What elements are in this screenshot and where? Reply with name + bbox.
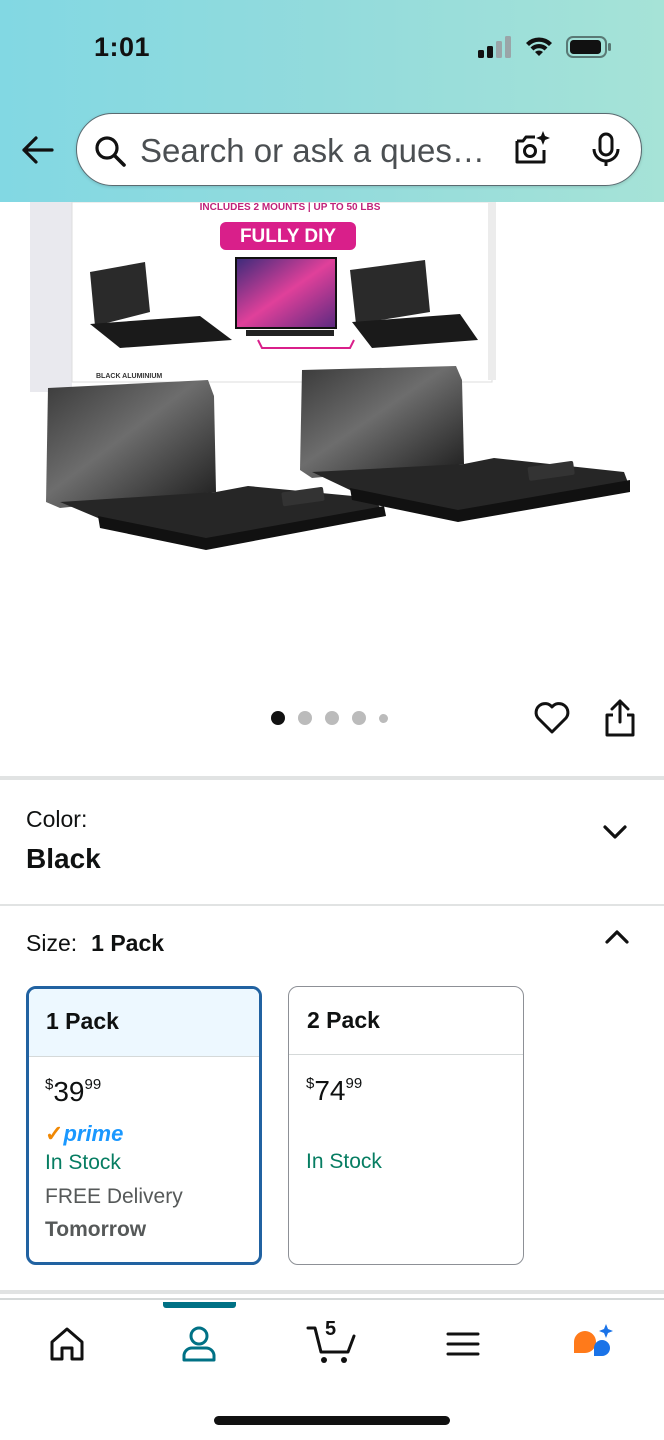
rufus-assistant-icon[interactable] [570,1322,614,1366]
box-label: BLACK ALUMINIUM [96,373,162,380]
home-icon[interactable] [45,1322,89,1366]
search-input[interactable]: Search or ask a question [140,132,490,170]
status-icons [478,36,612,58]
microphone-icon[interactable] [591,132,621,168]
option-name: 2 Pack [289,987,523,1055]
account-icon[interactable] [177,1322,221,1366]
option-price: $7499 [306,1075,363,1106]
cart-count: 5 [325,1318,337,1340]
delivery-text: FREE Delivery [45,1185,183,1208]
search-icon [95,136,126,167]
option-price: $3999 [45,1076,102,1107]
stock-status: In Stock [45,1151,121,1174]
option-name: 1 Pack [29,989,259,1057]
battery-icon [566,36,611,58]
product-image[interactable]: INCLUDES 2 MOUNTS | UP TO 50 LBS FULLY D… [0,202,664,682]
banner-text: INCLUDES 2 MOUNTS | UP TO 50 LBS [200,202,381,213]
menu-icon[interactable] [441,1322,485,1366]
badge-text: FULLY DIY [240,226,336,247]
size-option-1-pack[interactable]: 1 Pack $3999 ✓prime In Stock FREE Delive… [26,986,262,1265]
section-divider [0,904,664,906]
size-option-2-pack[interactable]: 2 Pack $7499 In Stock [288,986,524,1265]
delivery-day: Tomorrow [45,1218,147,1241]
section-divider [0,776,664,780]
nav-active-indicator [163,1302,236,1308]
image-carousel-dots[interactable] [271,711,388,725]
status-time: 1:01 [94,32,151,62]
prime-badge: ✓prime [45,1121,124,1146]
carousel-dot[interactable] [271,711,285,725]
size-label: Size: [26,930,78,956]
size-selector-header[interactable]: Size: 1 Pack [26,930,164,957]
search-bar[interactable]: Search or ask a question [76,113,642,186]
size-value: 1 Pack [91,930,165,956]
carousel-dot[interactable] [298,711,312,725]
section-divider [0,1290,664,1294]
carousel-dot[interactable] [379,713,388,723]
camera-search-icon[interactable] [513,130,551,168]
wifi-icon [526,37,552,56]
color-label: Color: [26,806,88,832]
share-icon[interactable] [603,698,637,738]
product-photo: INCLUDES 2 MOUNTS | UP TO 50 LBS FULLY D… [30,202,630,550]
chevron-down-icon[interactable] [601,822,629,844]
cellular-signal-icon [478,36,511,58]
stock-status: In Stock [306,1150,382,1173]
carousel-dot[interactable] [352,711,366,725]
color-value: Black [26,843,101,874]
app-header: 1:01 Search or ask a question [0,0,664,202]
heart-icon[interactable] [533,699,571,737]
carousel-dot[interactable] [325,711,339,725]
chevron-up-icon[interactable] [603,925,631,947]
home-indicator [214,1416,450,1425]
back-arrow-icon[interactable] [18,130,58,170]
